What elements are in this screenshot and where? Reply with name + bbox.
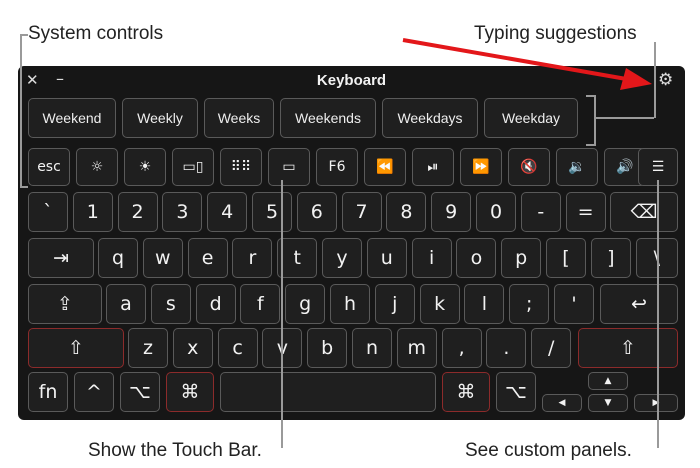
key-w[interactable]: w — [142, 238, 183, 278]
suggestions-leader-vertical — [654, 42, 656, 118]
key-n[interactable]: n — [352, 328, 392, 368]
key-m[interactable]: m — [396, 328, 437, 368]
control-key[interactable]: ^ — [74, 372, 114, 412]
key-quote[interactable]: ' — [554, 284, 594, 324]
key-1[interactable]: 1 — [72, 192, 113, 232]
touch-bar-icon[interactable]: ▭ — [268, 148, 310, 186]
suggestion-weekend[interactable]: Weekend — [28, 98, 116, 138]
key-6[interactable]: 6 — [296, 192, 337, 232]
key-p[interactable]: p — [501, 238, 542, 278]
brightness-up-icon[interactable]: ☀ — [124, 148, 166, 186]
key-5[interactable]: 5 — [252, 192, 292, 232]
suggestion-weekdays[interactable]: Weekdays — [382, 98, 478, 138]
shift-right-key[interactable]: ⇧ — [578, 328, 678, 368]
key-semicolon[interactable]: ; — [509, 284, 550, 324]
typing-suggestions-callout: Typing suggestions — [474, 23, 637, 44]
key-4[interactable]: 4 — [207, 192, 248, 232]
key-k[interactable]: k — [419, 284, 460, 324]
f6-key[interactable]: F6 — [316, 148, 358, 186]
suggestions-bracket — [586, 95, 596, 146]
arrow-left-key[interactable]: ◀ — [542, 394, 582, 412]
brightness-down-icon[interactable]: ☼ — [76, 148, 118, 186]
key-f[interactable]: f — [240, 284, 281, 324]
key-open-bracket[interactable]: [ — [546, 238, 586, 278]
key-y[interactable]: y — [322, 238, 362, 278]
key-slash[interactable]: / — [531, 328, 572, 368]
suggestion-weekly[interactable]: Weekly — [122, 98, 198, 138]
key-a[interactable]: a — [106, 284, 146, 324]
space-bar[interactable] — [220, 372, 436, 412]
option-right-key[interactable]: ⌥ — [496, 372, 536, 412]
key-r[interactable]: r — [232, 238, 273, 278]
key-x[interactable]: x — [172, 328, 213, 368]
rewind-icon[interactable]: ⏪ — [364, 148, 406, 186]
arrow-right-key[interactable]: ▶ — [634, 394, 678, 412]
play-pause-icon[interactable]: ⏯ — [412, 148, 454, 186]
mute-icon[interactable]: 🔇 — [508, 148, 550, 186]
key-comma[interactable]: , — [441, 328, 482, 368]
keyboard-viewer-window: ✕ – Keyboard ⚙ Weekend Weekly Weeks Weekend… — [18, 66, 685, 420]
key-7[interactable]: 7 — [341, 192, 382, 232]
key-q[interactable]: q — [98, 238, 138, 278]
command-left-key[interactable]: ⌘ — [166, 372, 214, 412]
key-8[interactable]: 8 — [386, 192, 427, 232]
key-s[interactable]: s — [150, 284, 191, 324]
key-0[interactable]: 0 — [476, 192, 516, 232]
fast-forward-icon[interactable]: ⏩ — [460, 148, 502, 186]
key-close-bracket[interactable]: ] — [590, 238, 631, 278]
return-key[interactable]: ↩ — [600, 284, 678, 324]
key-c[interactable]: c — [217, 328, 258, 368]
custom-panels-leader-line — [657, 180, 659, 448]
key-u[interactable]: u — [366, 238, 407, 278]
key-b[interactable]: b — [307, 328, 348, 368]
delete-key[interactable]: ⌫ — [610, 192, 678, 232]
suggestion-weekends[interactable]: Weekends — [280, 98, 376, 138]
key-3[interactable]: 3 — [162, 192, 203, 232]
system-controls-callout: System controls — [28, 23, 164, 44]
key-j[interactable]: j — [374, 284, 415, 324]
key-h[interactable]: h — [330, 284, 370, 324]
show-touch-bar-callout: Show the Touch Bar. — [88, 440, 262, 461]
key-l[interactable]: l — [464, 284, 505, 324]
arrow-down-key[interactable]: ▼ — [588, 394, 628, 412]
key-e[interactable]: e — [187, 238, 228, 278]
shift-left-key[interactable]: ⇧ — [28, 328, 124, 368]
launchpad-icon[interactable]: ⠿⠿ — [220, 148, 262, 186]
touch-bar-leader-line — [281, 180, 283, 448]
key-backtick[interactable]: ` — [28, 192, 68, 232]
gear-icon[interactable]: ⚙ — [658, 70, 673, 90]
key-i[interactable]: i — [411, 238, 452, 278]
command-right-key[interactable]: ⌘ — [442, 372, 490, 412]
key-t[interactable]: t — [277, 238, 318, 278]
suggestion-weekday[interactable]: Weekday — [484, 98, 578, 138]
volume-down-icon[interactable]: 🔉 — [556, 148, 598, 186]
tab-key[interactable]: ⇥ — [28, 238, 94, 278]
key-equals[interactable]: = — [565, 192, 606, 232]
key-9[interactable]: 9 — [431, 192, 472, 232]
see-custom-panels-callout: See custom panels. — [465, 440, 632, 461]
key-2[interactable]: 2 — [117, 192, 158, 232]
fn-key[interactable]: fn — [28, 372, 68, 412]
suggestion-weeks[interactable]: Weeks — [204, 98, 274, 138]
esc-key[interactable]: esc — [28, 148, 70, 186]
mission-control-icon[interactable]: ▭▯ — [172, 148, 214, 186]
arrow-up-key[interactable]: ▲ — [588, 372, 628, 390]
key-o[interactable]: o — [456, 238, 497, 278]
caps-lock-key[interactable]: ⇪ — [28, 284, 102, 324]
suggestions-leader-line — [594, 117, 654, 119]
key-g[interactable]: g — [285, 284, 326, 324]
key-period[interactable]: . — [486, 328, 527, 368]
window-title: Keyboard — [316, 72, 387, 89]
option-left-key[interactable]: ⌥ — [120, 372, 160, 412]
system-controls-bracket — [20, 34, 28, 188]
key-z[interactable]: z — [128, 328, 168, 368]
key-minus[interactable]: - — [520, 192, 561, 232]
key-d[interactable]: d — [195, 284, 236, 324]
